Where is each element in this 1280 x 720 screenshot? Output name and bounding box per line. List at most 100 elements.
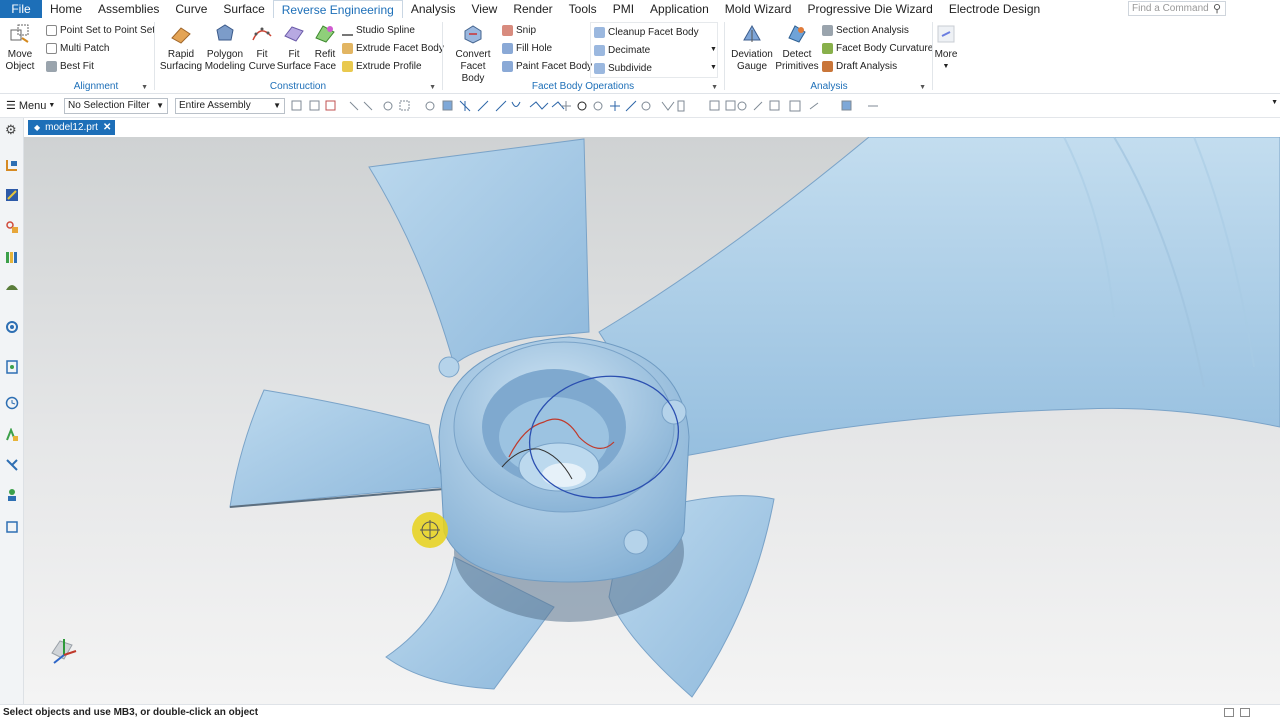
fan-facet-model[interactable]: [24, 137, 1280, 704]
draft-analysis-button[interactable]: Draft Analysis: [822, 58, 897, 74]
tab-assemblies[interactable]: Assemblies: [90, 0, 167, 18]
selection-toolbar: ☰ Menu ▼ No Selection Filter ▼ Entire As…: [0, 94, 1280, 118]
tab-mold-wizard[interactable]: Mold Wizard: [717, 0, 800, 18]
gear-icon[interactable]: ⚙: [5, 122, 19, 137]
tab-reverse-engineering[interactable]: Reverse Engineering: [272, 0, 403, 18]
constraint-navigator-icon[interactable]: [5, 220, 19, 234]
tab-application[interactable]: Application: [642, 0, 717, 18]
gallery-scroll-icon[interactable]: ▼: [710, 46, 717, 53]
tab-render[interactable]: Render: [505, 0, 560, 18]
fit-surface-button[interactable]: Fit Surface: [277, 22, 311, 73]
polygon-modeling-button[interactable]: Polygon Modeling: [204, 22, 246, 73]
refit-face-button[interactable]: Refit Face: [312, 22, 338, 73]
tab-tools[interactable]: Tools: [561, 0, 605, 18]
tab-pmi[interactable]: PMI: [605, 0, 642, 18]
move-object-button[interactable]: Move Object: [4, 22, 36, 73]
chevron-down-icon: ▼: [156, 101, 164, 110]
decimate-icon: [594, 44, 605, 56]
chevron-down-icon: ▼: [273, 101, 281, 110]
rapid-surfacing-button[interactable]: Rapid Surfacing: [160, 22, 202, 73]
tab-electrode-design[interactable]: Electrode Design: [941, 0, 1048, 18]
tab-surface[interactable]: Surface: [215, 0, 272, 18]
multi-patch-icon: [46, 42, 57, 54]
menu-button[interactable]: ☰ Menu ▼: [6, 99, 56, 113]
facet-ops-group-arrow-icon[interactable]: ▼: [711, 84, 718, 91]
construction-group-arrow-icon[interactable]: ▼: [429, 84, 436, 91]
studio-spline-button[interactable]: Studio Spline: [342, 22, 415, 38]
section-analysis-button[interactable]: Section Analysis: [822, 22, 909, 38]
tab-file[interactable]: File: [0, 0, 42, 18]
toolbar-overflow-icon[interactable]: ▼: [1271, 99, 1278, 106]
snip-icon: [502, 24, 513, 36]
subdivide-icon: [594, 62, 605, 74]
draft-analysis-icon: [822, 60, 833, 72]
tab-curve[interactable]: Curve: [167, 0, 215, 18]
cleanup-facet-body-button[interactable]: Cleanup Facet Body: [594, 24, 699, 40]
subdivide-button[interactable]: Subdivide: [594, 60, 652, 76]
decimate-button[interactable]: Decimate: [594, 42, 650, 58]
detect-primitives-button[interactable]: Detect Primitives: [775, 22, 819, 73]
assembly-navigator-icon[interactable]: [5, 188, 19, 202]
full-screen-icon[interactable]: [1224, 708, 1234, 717]
hd3d-tools-icon[interactable]: [5, 280, 19, 294]
web-browser-icon[interactable]: [5, 320, 19, 334]
ribbon-divider: [154, 22, 155, 90]
menu-chevron-icon: ▼: [48, 102, 56, 109]
tab-home[interactable]: Home: [42, 0, 90, 18]
scope-dropdown[interactable]: Entire Assembly ▼: [175, 98, 285, 114]
process-studio-icon[interactable]: [5, 428, 19, 442]
window-layout-icon[interactable]: [1240, 708, 1250, 717]
more-button[interactable]: More ▼: [932, 22, 960, 73]
fill-hole-button[interactable]: Fill Hole: [502, 40, 552, 56]
alignment-group: Point Set to Point Set Multi Patch Best …: [40, 18, 155, 94]
document-tabs: ◆ model12.prt ✕: [24, 118, 1280, 137]
system-scenes-icon[interactable]: [5, 520, 19, 534]
reuse-library-icon[interactable]: [5, 250, 19, 264]
status-bar: Select objects and use MB3, or double-cl…: [0, 704, 1280, 720]
facet-body-curvature-button[interactable]: Facet Body Curvature: [822, 40, 933, 56]
refit-face-icon: [315, 25, 335, 43]
clock-icon[interactable]: [5, 396, 19, 410]
tab-view[interactable]: View: [464, 0, 506, 18]
alignment-group-arrow-icon[interactable]: ▼: [141, 84, 148, 91]
ribbon-divider: [442, 22, 443, 90]
close-icon[interactable]: ✕: [103, 122, 111, 133]
extrude-facet-body-button[interactable]: Extrude Facet Body: [342, 40, 444, 56]
document-tab[interactable]: ◆ model12.prt ✕: [28, 120, 116, 135]
deviation-gauge-button[interactable]: Deviation Gauge: [730, 22, 774, 73]
fit-curve-button[interactable]: Fit Curve: [248, 22, 276, 73]
part-navigator-icon[interactable]: [5, 158, 19, 172]
selection-filter-dropdown[interactable]: No Selection Filter ▼: [64, 98, 168, 114]
roles-icon[interactable]: [5, 488, 19, 502]
detect-primitives-icon: [788, 25, 806, 43]
part-file-icon: ◆: [34, 123, 41, 132]
facet-body-curvature-icon: [822, 42, 833, 54]
gallery-expand-icon[interactable]: ▼: [710, 64, 717, 71]
graphics-window[interactable]: [24, 137, 1280, 704]
extrude-profile-icon: [342, 60, 353, 72]
point-set-icon: [46, 24, 57, 36]
ribbon-divider: [724, 22, 725, 90]
history-icon[interactable]: [5, 360, 19, 374]
paint-facet-body-button[interactable]: Paint Facet Body: [502, 58, 592, 74]
manufacturing-wizard-icon[interactable]: [5, 458, 19, 472]
tab-analysis[interactable]: Analysis: [403, 0, 464, 18]
cleanup-facet-body-icon: [594, 26, 605, 38]
extrude-profile-button[interactable]: Extrude Profile: [342, 58, 422, 74]
deviation-gauge-icon: [743, 24, 761, 42]
section-analysis-icon: [822, 24, 833, 36]
tab-progressive-die-wizard[interactable]: Progressive Die Wizard: [799, 0, 940, 18]
snip-button[interactable]: Snip: [502, 22, 536, 38]
fill-hole-icon: [502, 42, 513, 54]
point-set-to-point-set-button[interactable]: Point Set to Point Set: [46, 22, 155, 38]
multi-patch-button[interactable]: Multi Patch: [46, 40, 109, 56]
ribbon: Move Object Point Set to Point Set Multi…: [0, 18, 1280, 94]
analysis-group-arrow-icon[interactable]: ▼: [919, 84, 926, 91]
convert-facet-body-button[interactable]: Convert Facet Body: [448, 22, 498, 85]
best-fit-button[interactable]: Best Fit: [46, 58, 94, 74]
fit-curve-icon: [252, 27, 272, 41]
fit-surface-icon: [284, 26, 304, 42]
selection-tools-icons[interactable]: [290, 99, 890, 113]
studio-spline-icon: [342, 25, 353, 36]
more-chevron-icon: ▼: [942, 63, 950, 70]
